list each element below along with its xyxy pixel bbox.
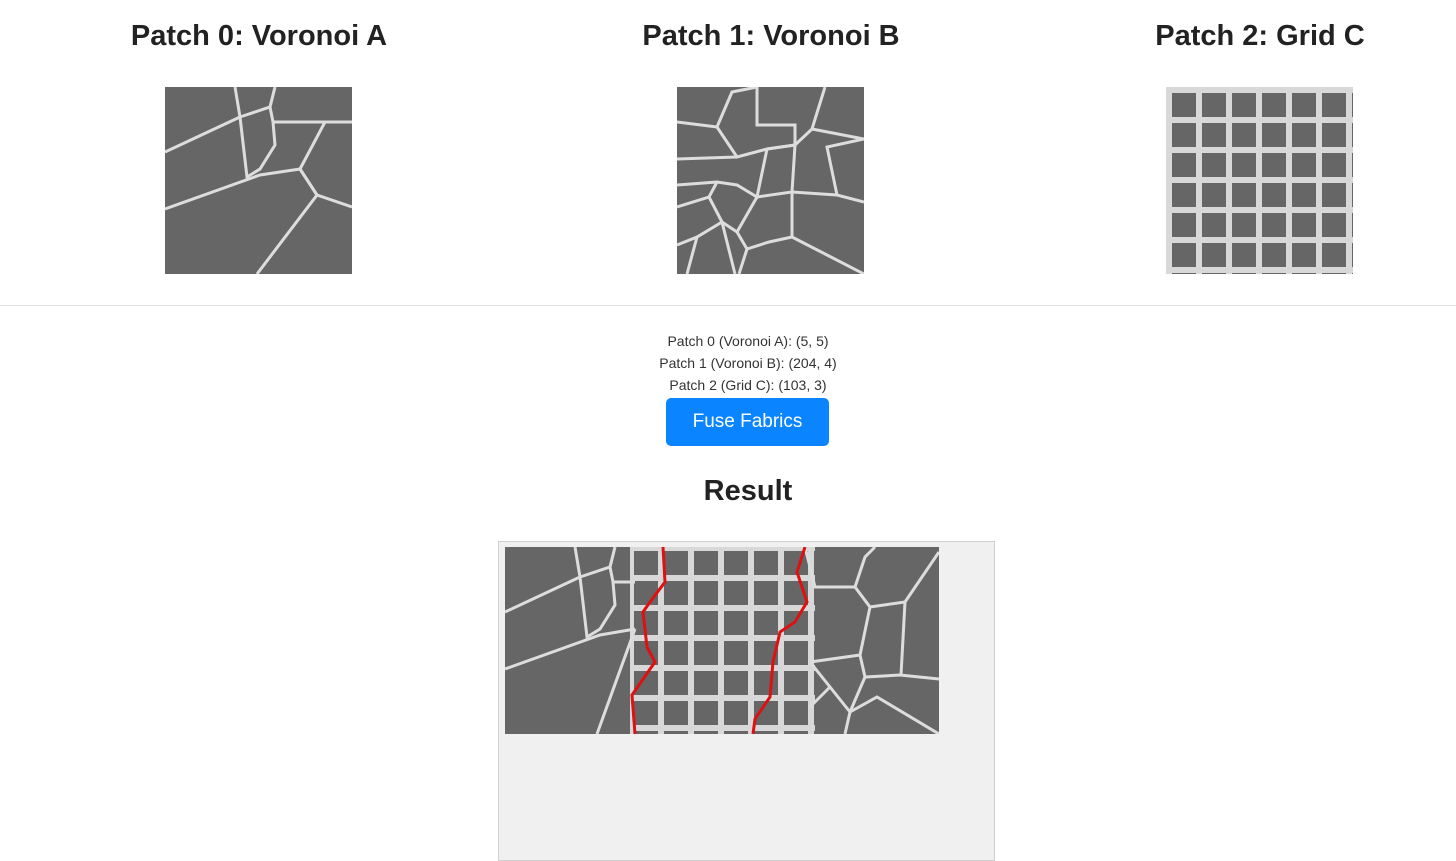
result-title: Result (703, 475, 793, 507)
patch-0-coords: Patch 0 (Voronoi A): (5, 5) (667, 333, 829, 349)
patch-2-canvas (1166, 87, 1353, 274)
result-canvas-frame (498, 541, 995, 861)
fuse-fabrics-button[interactable]: Fuse Fabrics (666, 398, 829, 446)
patch-1-canvas (677, 87, 864, 274)
patch-2-coords: Patch 2 (Grid C): (103, 3) (669, 377, 827, 393)
patch-1-title: Patch 1: Voronoi B (642, 20, 900, 52)
result-canvas (504, 545, 941, 736)
section-divider (0, 305, 1456, 306)
patch-2-title: Patch 2: Grid C (1155, 20, 1365, 52)
patch-0-canvas (165, 87, 352, 274)
patch-0-title: Patch 0: Voronoi A (130, 20, 388, 52)
patch-1-coords: Patch 1 (Voronoi B): (204, 4) (659, 355, 837, 371)
